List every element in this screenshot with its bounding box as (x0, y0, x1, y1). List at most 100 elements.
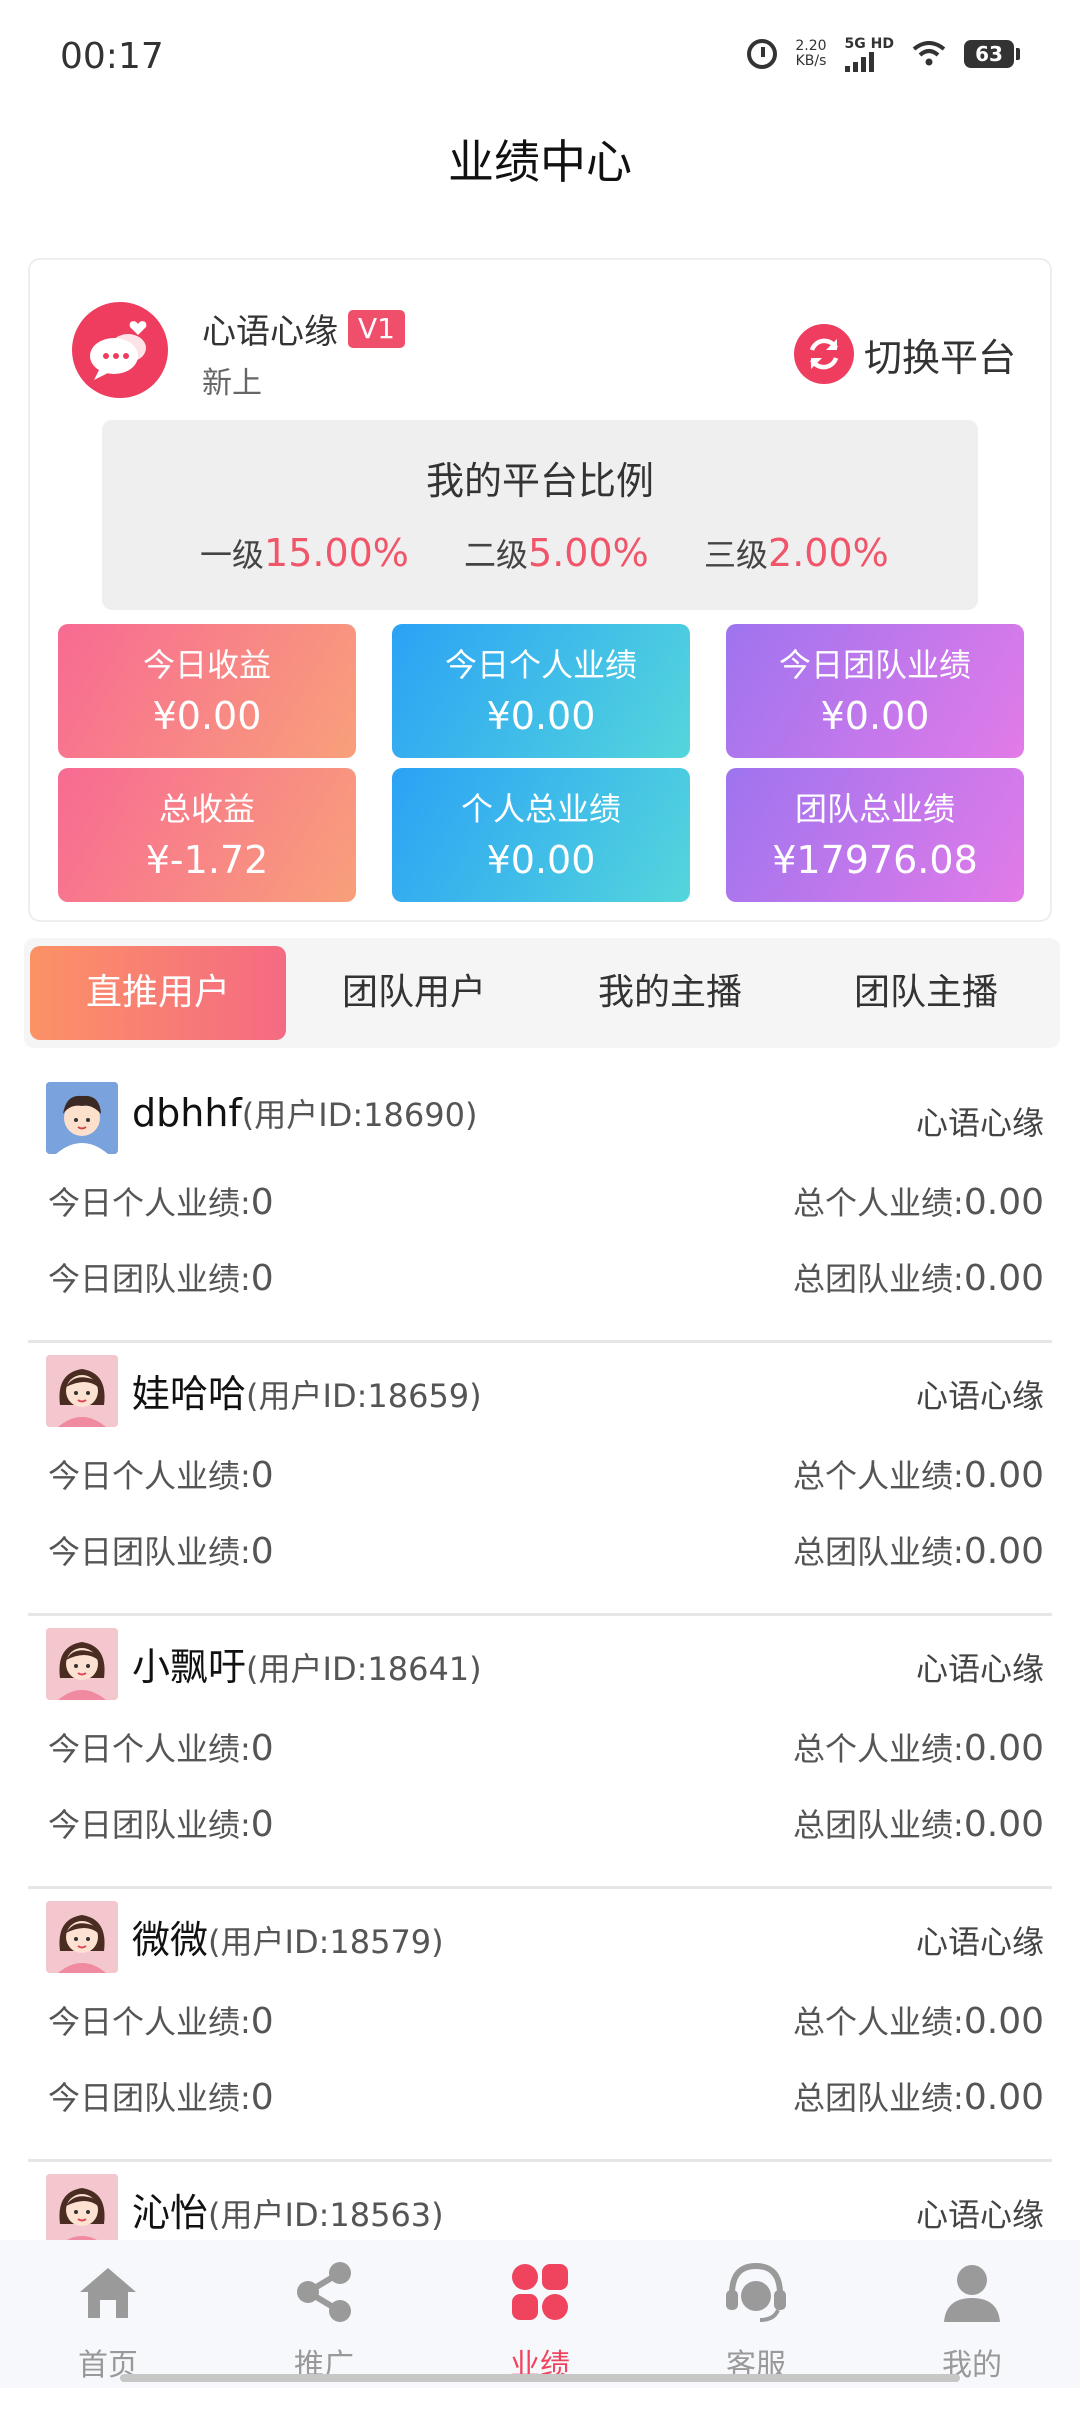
tab-direct-users[interactable]: 直推用户 (30, 946, 286, 1040)
metric-value: 0.00 (963, 1531, 1044, 1572)
metric-value: 0 (250, 1531, 274, 1572)
metric-value: 0.00 (963, 1804, 1044, 1845)
home-icon (80, 2268, 136, 2318)
speed-value: 2.20 (795, 38, 827, 54)
home-indicator[interactable] (120, 2374, 960, 2382)
user-id: (用户ID:18690) (241, 1096, 478, 1134)
metric-label: 今日个人业绩: (48, 2003, 251, 2041)
metric-value: 0.00 (963, 1182, 1044, 1223)
level-badge: V1 (348, 309, 405, 348)
girl-avatar-icon (46, 1901, 118, 1973)
list-item[interactable]: 微微(用户ID:18579) 心语心缘 今日个人业绩:0 总个人业绩:0.00 … (28, 1889, 1052, 2162)
page-title: 业绩中心 (448, 135, 632, 189)
user-nickname: 沁怡 (132, 2191, 209, 2235)
user-name: 小飘吁(用户ID:18641) (132, 1636, 482, 1691)
list-item[interactable]: dbhhf(用户ID:18690) 心语心缘 今日个人业绩:0 总个人业绩:0.… (28, 1070, 1052, 1343)
metric-value: 0.00 (963, 2001, 1044, 2042)
stat-total-personal[interactable]: 个人总业绩 ¥0.00 (392, 768, 690, 902)
metric-label: 今日个人业绩: (48, 1184, 251, 1222)
customer-service-icon (726, 2262, 786, 2322)
nav-customer-service[interactable]: 客服 (648, 2256, 864, 2383)
nav-profile[interactable]: 我的 (864, 2256, 1080, 2383)
total-personal-performance: 总个人业绩:0.00 (793, 1451, 1044, 1497)
platform-name-row: 心语心缘 V1 (202, 304, 405, 353)
stat-today-income[interactable]: 今日收益 ¥0.00 (58, 624, 356, 758)
stat-label: 团队总业绩 (794, 790, 955, 828)
metric-label: 今日团队业绩: (48, 1806, 251, 1844)
ratio-value: 15.00% (264, 531, 409, 575)
stat-value: ¥-1.72 (145, 838, 269, 882)
stat-today-team[interactable]: 今日团队业绩 ¥0.00 (726, 624, 1024, 758)
girl-avatar-icon (46, 2174, 118, 2246)
metric-label: 总团队业绩: (793, 1806, 964, 1844)
user-nickname: dbhhf (132, 1091, 242, 1135)
tab-team-users[interactable]: 团队用户 (286, 946, 542, 1040)
tab-team-anchors[interactable]: 团队主播 (798, 946, 1054, 1040)
ratio-label: 三级 (704, 536, 769, 574)
status-bar: 00:17 2.20 KB/s 5G HD 63 (0, 0, 1080, 110)
today-team-performance: 今日团队业绩:0 (48, 1800, 274, 1846)
ratio-level-2: 二级5.00% (464, 530, 649, 576)
battery-level: 63 (964, 40, 1014, 68)
list-item[interactable]: 娃哈哈(用户ID:18659) 心语心缘 今日个人业绩:0 总个人业绩:0.00… (28, 1343, 1052, 1616)
nav-performance[interactable]: 业绩 (432, 2256, 648, 2383)
user-id: (用户ID:18563) (208, 2196, 444, 2234)
total-team-performance: 总团队业绩:0.00 (793, 1527, 1044, 1573)
platform-subtitle: 新上 (202, 366, 262, 401)
metric-value: 0 (250, 1455, 274, 1496)
stat-value: ¥0.00 (152, 694, 262, 738)
metric-label: 总个人业绩: (793, 1184, 964, 1222)
ratio-title: 我的平台比例 (425, 459, 654, 503)
user-nickname: 小飘吁 (132, 1645, 247, 1689)
metric-value: 0 (250, 1728, 274, 1769)
today-team-performance: 今日团队业绩:0 (48, 1527, 274, 1573)
stat-value: ¥17976.08 (772, 838, 978, 882)
nav-promote[interactable]: 推广 (216, 2256, 432, 2383)
platform-name: 心语心缘 (202, 312, 338, 352)
total-personal-performance: 总个人业绩:0.00 (793, 1178, 1044, 1224)
metric-label: 总个人业绩: (793, 1730, 964, 1768)
user-nickname: 娃哈哈 (132, 1372, 247, 1416)
user-platform: 心语心缘 (915, 2196, 1044, 2234)
nav-home[interactable]: 首页 (0, 2256, 216, 2383)
network-label: 5G HD (844, 36, 894, 52)
user-platform: 心语心缘 (915, 1923, 1044, 1961)
total-team-performance: 总团队业绩:0.00 (793, 2073, 1044, 2119)
stat-total-team[interactable]: 团队总业绩 ¥17976.08 (726, 768, 1024, 902)
list-item[interactable]: 小飘吁(用户ID:18641) 心语心缘 今日个人业绩:0 总个人业绩:0.00… (28, 1616, 1052, 1889)
metric-value: 0 (250, 2077, 274, 2118)
wifi-icon (912, 41, 946, 66)
total-team-performance: 总团队业绩:0.00 (793, 1254, 1044, 1300)
app-logo-icon (72, 302, 168, 398)
metric-value: 0.00 (963, 1455, 1044, 1496)
profile-icon (944, 2265, 1000, 2322)
metric-label: 今日团队业绩: (48, 1533, 251, 1571)
total-personal-performance: 总个人业绩:0.00 (793, 1724, 1044, 1770)
stat-value: ¥0.00 (820, 694, 930, 738)
ratio-value: 2.00% (768, 531, 889, 575)
ratio-value: 5.00% (528, 531, 649, 575)
girl-avatar-icon (46, 1628, 118, 1700)
platform-ratio-box: 我的平台比例 一级15.00% 二级5.00% 三级2.00% (102, 420, 978, 610)
stat-label: 今日个人业绩 (444, 646, 637, 684)
total-personal-performance: 总个人业绩:0.00 (793, 1997, 1044, 2043)
metric-label: 总团队业绩: (793, 1260, 964, 1298)
today-personal-performance: 今日个人业绩:0 (48, 1451, 274, 1497)
user-name: dbhhf(用户ID:18690) (132, 1090, 477, 1136)
user-platform: 心语心缘 (915, 1650, 1044, 1688)
user-tabs: 直推用户 团队用户 我的主播 团队主播 (24, 938, 1060, 1048)
metric-label: 总团队业绩: (793, 2079, 964, 2117)
tab-my-anchors[interactable]: 我的主播 (542, 946, 798, 1040)
stat-value: ¥0.00 (486, 694, 596, 738)
share-icon (297, 2262, 351, 2322)
bottom-tab-bar: 首页 推广 业绩 客服 我的 (0, 2240, 1080, 2388)
user-name: 娃哈哈(用户ID:18659) (132, 1363, 482, 1418)
battery-icon: 63 (964, 40, 1020, 68)
total-team-performance: 总团队业绩:0.00 (793, 1800, 1044, 1846)
stat-today-personal[interactable]: 今日个人业绩 ¥0.00 (392, 624, 690, 758)
ratio-level-1: 一级15.00% (200, 530, 409, 576)
switch-platform-button[interactable]: 切换平台 (793, 324, 1016, 384)
stat-value: ¥0.00 (486, 838, 596, 882)
stat-total-income[interactable]: 总收益 ¥-1.72 (58, 768, 356, 902)
speed-unit: KB/s (795, 53, 827, 69)
